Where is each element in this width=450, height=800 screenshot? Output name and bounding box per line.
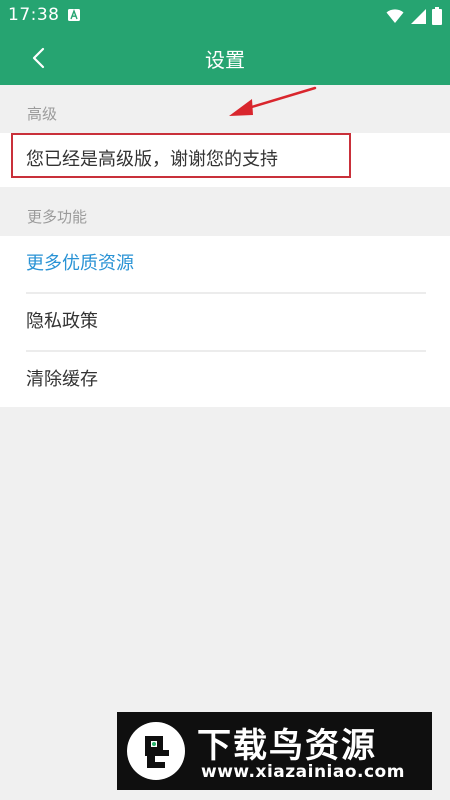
watermark-title: 下载鸟资源	[197, 726, 377, 766]
status-time: 17:38	[8, 5, 60, 25]
wifi-icon	[386, 9, 404, 23]
section-header-more: 更多功能	[27, 208, 88, 226]
advanced-card: 您已经是高级版，谢谢您的支持	[0, 133, 450, 187]
section-header-advanced: 高级	[27, 105, 58, 123]
clear-cache-label: 清除缓存	[26, 369, 98, 390]
settings-screen: 17:38 设置 高级 您已经是高级版，谢谢您的支持 更多功能 更多优质资源 隐…	[0, 0, 450, 800]
list-item-privacy-policy[interactable]: 隐私政策	[0, 294, 450, 350]
watermark-banner: 下载鸟资源 www.xiazainiao.com	[117, 712, 432, 790]
bird-logo-icon	[127, 722, 185, 780]
premium-status-label: 您已经是高级版，谢谢您的支持	[26, 149, 278, 170]
battery-icon	[432, 7, 442, 25]
watermark-url: www.xiazainiao.com	[201, 762, 405, 782]
red-arrow-annotation	[229, 86, 317, 116]
more-card: 更多优质资源 隐私政策 清除缓存	[0, 236, 450, 407]
signal-icon	[411, 9, 426, 24]
notification-a-icon	[68, 9, 80, 21]
status-bar: 17:38	[0, 0, 450, 32]
page-title: 设置	[205, 48, 245, 72]
privacy-policy-label: 隐私政策	[26, 311, 98, 332]
more-resources-link: 更多优质资源	[26, 253, 134, 274]
list-item-premium-status[interactable]: 您已经是高级版，谢谢您的支持	[0, 133, 450, 187]
list-item-more-resources[interactable]: 更多优质资源	[0, 236, 450, 292]
app-bar: 设置	[0, 32, 450, 85]
list-item-clear-cache[interactable]: 清除缓存	[0, 352, 450, 407]
status-icons	[386, 7, 442, 25]
